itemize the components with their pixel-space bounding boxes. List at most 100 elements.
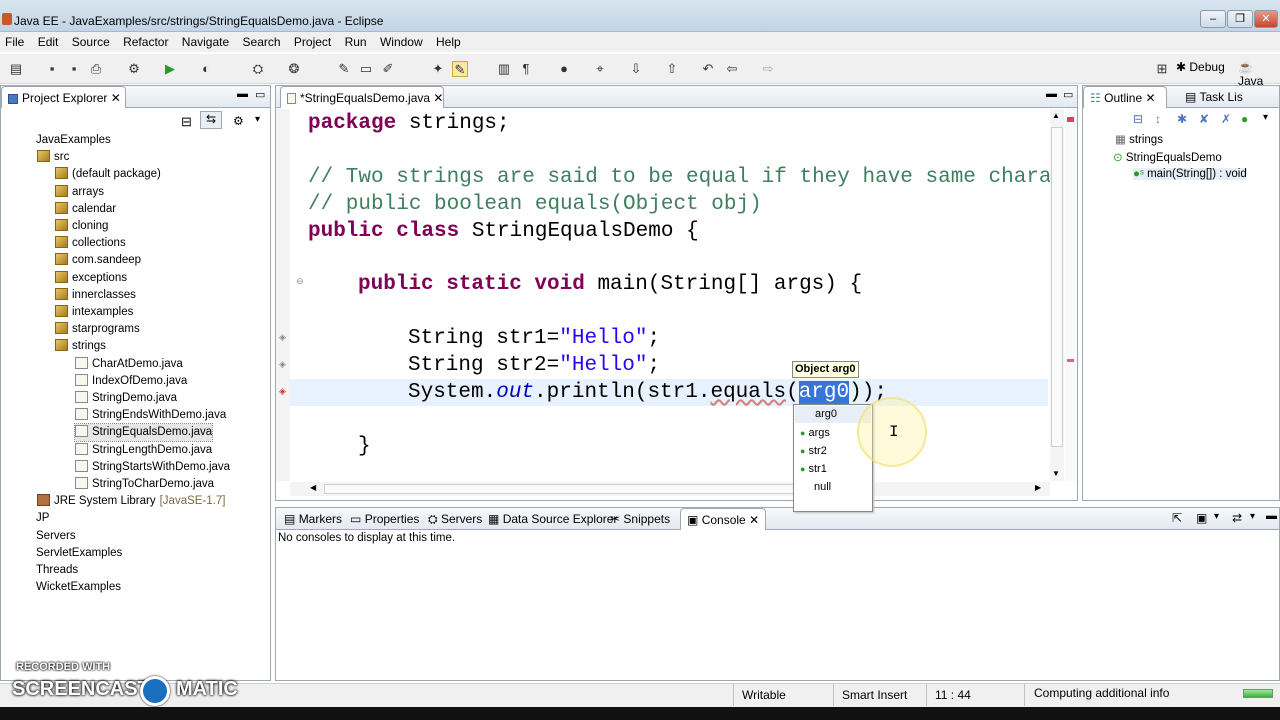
menu-help[interactable]: Help [431,32,466,52]
debug-config-icon[interactable]: ⚙ [126,61,142,77]
tree-item[interactable]: collections [55,235,126,252]
tab-project-explorer[interactable]: Project Explorer ✕ [1,86,126,108]
open-console-icon[interactable]: ⇱ [1172,511,1182,525]
globe-icon[interactable]: ● [556,61,572,77]
open-folder-icon[interactable]: ▭ [358,61,374,77]
block-selection-icon[interactable]: ¶ [518,61,534,77]
tree-item[interactable]: ServletExamples [19,545,122,562]
tree-item[interactable]: StringLengthDemo.java [75,442,212,459]
minimize-view-icon[interactable]: ▬ [237,88,248,100]
code-line-10[interactable]: String str2="Hello"; [408,352,660,379]
chevron-down-icon[interactable]: ▾ [1214,511,1219,522]
sort-icon[interactable]: ↕ [1155,112,1161,126]
show-whitespace-icon[interactable]: ▥ [496,61,512,77]
open-type-icon[interactable]: ✎ [336,61,352,77]
link-editor-icon[interactable]: ⇆ [200,111,222,129]
autocomplete-item[interactable]: ● str2 [800,445,827,457]
tree-item[interactable]: JP [19,510,49,527]
hide-nonpublic-icon[interactable]: ✗ [1221,112,1231,126]
editor-vertical-scrollbar[interactable]: ▲ ▼ [1050,109,1064,481]
tree-item[interactable]: starprograms [55,321,140,338]
close-icon[interactable]: ✕ [111,91,121,105]
outline-item-package[interactable]: ▦ strings [1115,132,1163,146]
view-menu-icon[interactable]: ⚙ [233,114,244,128]
maximize-view-icon[interactable]: ▭ [255,88,265,101]
close-icon[interactable]: ✕ [749,513,759,527]
pin-console-icon[interactable]: ⇄ [1232,511,1242,525]
code-line-3[interactable]: // Two strings are said to be equal if t… [308,164,1064,191]
open-perspective-icon[interactable]: ⊞ [1154,61,1170,77]
code-line-11[interactable]: System.out.println(str1.equals(arg0)); [408,379,887,406]
tree-item[interactable]: StringToCharDemo.java [75,476,214,493]
new-icon[interactable]: ▤ [8,61,24,77]
scroll-right-icon[interactable]: ▶ [1035,483,1041,492]
outline-item-method[interactable]: ●ˢ main(String[]) : void [1133,168,1247,180]
tree-item[interactable]: src [37,149,69,166]
chevron-down-icon[interactable]: ▾ [1250,511,1255,522]
tree-item[interactable]: JRE System Library [JavaSE-1.7] [37,493,225,510]
perspective-debug[interactable]: ✱ Debug [1176,60,1225,74]
code-line-1[interactable]: package strings; [308,110,510,137]
tree-item[interactable]: strings [55,338,106,355]
tree-item[interactable]: StringEndsWithDemo.java [75,407,226,424]
tree-item[interactable]: innerclasses [55,287,136,304]
tree-item[interactable]: arrays [55,184,104,201]
collapse-all-icon[interactable]: ⊟ [181,114,192,130]
hide-local-types-icon[interactable]: ● [1241,112,1248,126]
minimize-button[interactable]: – [1200,10,1226,28]
tab-data-source-explorer[interactable]: ▦ Data Source Explorer [482,508,623,530]
collapse-all-icon[interactable]: ⊟ [1133,112,1143,126]
perspective-java[interactable]: ☕ Java [1238,60,1280,88]
code-line-7[interactable]: public static void main(String[] args) { [358,271,862,298]
menu-run[interactable]: Run [340,32,372,52]
menu-file[interactable]: File [0,32,29,52]
tree-item[interactable]: JavaExamples [19,132,111,149]
tree-item[interactable]: StringStartsWithDemo.java [75,459,230,476]
hide-static-icon[interactable]: ✘ [1199,112,1209,126]
tree-item[interactable]: Threads [19,562,78,579]
print-icon[interactable]: ⎙ [88,61,104,77]
menu-search[interactable]: Search [238,32,286,52]
tab-snippets[interactable]: ✂ Snippets [604,508,676,530]
tree-item[interactable]: IndexOfDemo.java [75,373,187,390]
menu-project[interactable]: Project [289,32,336,52]
coverage-icon[interactable]: ◐ [198,61,214,77]
menu-navigate[interactable]: Navigate [177,32,234,52]
menu-window[interactable]: Window [375,32,428,52]
code-line-13[interactable]: } [358,433,371,460]
prev-annotation-icon[interactable]: ⇧ [664,61,680,77]
minimize-view-icon[interactable]: ▬ [1266,510,1277,522]
tab-properties[interactable]: ▭ Properties [344,508,425,530]
autocomplete-item[interactable]: ● args [800,427,830,439]
new-server-icon[interactable]: ⛭ [250,61,266,77]
error-mark[interactable] [1067,117,1074,122]
next-annotation-icon[interactable]: ⇩ [628,61,644,77]
chevron-down-icon[interactable]: ▾ [1263,112,1268,123]
open-task-icon[interactable]: ✐ [380,61,396,77]
save-icon[interactable]: ▪ [44,61,60,77]
minimize-view-icon[interactable]: ▬ [1046,88,1057,100]
outline-item-class[interactable]: ⊙ StringEqualsDemo [1113,150,1222,164]
tab-console[interactable]: ▣ Console ✕ [680,508,767,530]
tree-item[interactable]: WicketExamples [19,579,121,596]
autocomplete-item[interactable]: null [814,481,831,493]
forward-icon[interactable]: ⇨ [760,61,776,77]
toggle-mark-icon[interactable]: ✦ [430,61,446,77]
tree-item[interactable]: Servers [19,528,76,545]
close-icon[interactable]: ✕ [433,91,443,105]
highlight-toggle-icon[interactable]: ✎ [452,61,468,77]
fold-icon[interactable]: ⊖ [296,276,304,287]
tree-item[interactable]: StringEqualsDemo.java [73,423,214,443]
run-icon[interactable]: ▶ [162,61,178,77]
scroll-up-icon[interactable]: ▲ [1052,111,1060,120]
last-edit-icon[interactable]: ↶ [700,61,716,77]
menu-edit[interactable]: Edit [33,32,64,52]
tab-markers[interactable]: ▤ Markers [278,508,348,530]
back-icon[interactable]: ⇦ [724,61,740,77]
code-line-9[interactable]: String str1="Hello"; [408,325,660,352]
maximize-view-icon[interactable]: ▭ [1063,88,1073,101]
tab-editor-file[interactable]: *StringEqualsDemo.java ✕ [280,86,444,108]
search-icon[interactable]: ⌖ [592,61,608,77]
autocomplete-item[interactable]: ● str1 [800,463,827,475]
tree-item[interactable]: CharAtDemo.java [75,356,183,373]
